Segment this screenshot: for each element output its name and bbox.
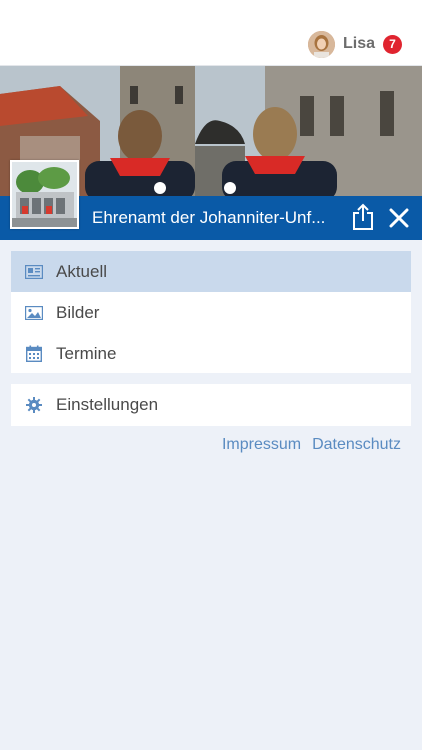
top-bar: Lisa 7 <box>0 0 422 66</box>
menu-item-einstellungen[interactable]: Einstellungen <box>11 384 411 425</box>
menu-item-label: Termine <box>56 343 117 363</box>
menu-item-label: Bilder <box>56 302 100 322</box>
datenschutz-link[interactable]: Datenschutz <box>312 436 401 454</box>
share-button[interactable] <box>350 202 376 232</box>
user-name[interactable]: Lisa <box>343 35 375 53</box>
menu-item-bilder[interactable]: Bilder <box>11 292 411 333</box>
menu-item-termine[interactable]: Termine <box>11 333 411 374</box>
impressum-link[interactable]: Impressum <box>222 436 301 454</box>
avatar[interactable] <box>307 30 335 58</box>
notification-badge[interactable]: 7 <box>383 34 402 54</box>
close-button[interactable] <box>386 205 412 231</box>
footer-links: Impressum Datenschutz <box>211 434 401 456</box>
gear-icon <box>25 396 43 414</box>
menu-item-label: Einstellungen <box>56 394 159 414</box>
settings-menu: Einstellungen <box>11 384 411 426</box>
menu-item-label: Aktuell <box>56 261 108 281</box>
close-icon <box>389 208 409 228</box>
organization-title: Ehrenamt der Johanniter-Unf... <box>92 208 326 227</box>
organization-logo <box>10 160 79 229</box>
news-icon <box>25 263 43 281</box>
share-icon <box>353 203 373 230</box>
menu-item-aktuell[interactable]: Aktuell <box>11 251 411 292</box>
user-profile[interactable]: Lisa 7 <box>307 28 402 60</box>
main-menu: Aktuell Bilder Termine <box>11 251 411 373</box>
calendar-icon <box>25 345 43 363</box>
image-icon <box>25 304 43 322</box>
